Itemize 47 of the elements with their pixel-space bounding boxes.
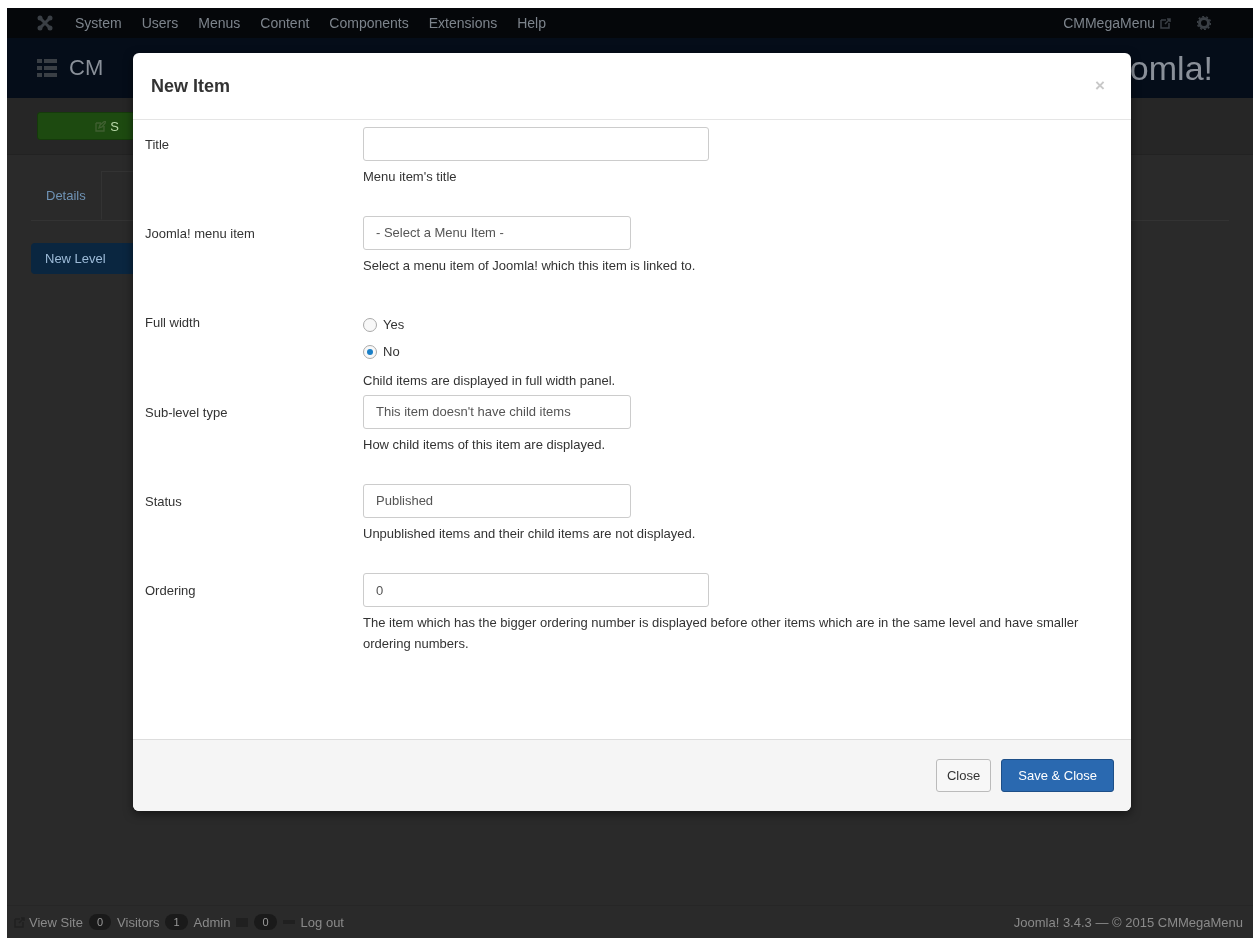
help-text: Select a menu item of Joomla! which this item is linked to. <box>363 257 697 275</box>
count-badge: 1 <box>165 914 188 930</box>
help-text: Child items are displayed in full width panel. <box>363 372 617 390</box>
field-label: Joomla! menu item <box>145 225 256 243</box>
nav-menu-item[interactable]: Extensions <box>420 15 510 31</box>
radio-button[interactable] <box>363 344 377 359</box>
radio-label: No <box>383 344 400 359</box>
select-dropdown[interactable]: Published <box>363 484 631 518</box>
radio-label: Yes <box>383 317 405 332</box>
visitors-label: Visitors <box>117 914 160 930</box>
nav-menu-item[interactable]: Content <box>252 15 322 31</box>
radio-button[interactable] <box>363 317 377 332</box>
admin-label: Admin <box>193 914 231 930</box>
field-label: Full width <box>145 314 201 332</box>
field-label: Ordering <box>145 582 197 600</box>
nav-menu-item[interactable]: Help <box>509 15 558 31</box>
count-badge: 0 <box>254 914 277 930</box>
copyright-text: Joomla! 3.4.3 — © 2015 CMMegaMenu <box>1013 914 1243 930</box>
field-label: Status <box>145 493 183 511</box>
help-text: Unpublished items and their child items are not displayed. <box>363 525 697 543</box>
logout-link[interactable]: Log out <box>300 914 344 930</box>
text-field[interactable] <box>363 127 709 161</box>
help-text: How child items of this item are displayed. <box>363 436 607 454</box>
edit-icon <box>95 120 107 132</box>
view-site-link[interactable]: View Site <box>14 914 83 930</box>
close-button[interactable]: Close <box>936 759 992 792</box>
gear-icon <box>1197 16 1211 30</box>
nav-menu-item[interactable]: Users <box>133 15 191 31</box>
save-close-button[interactable]: Save & Close <box>1001 759 1114 792</box>
help-text: Menu item's title <box>363 168 458 186</box>
nav-menu-item[interactable]: System <box>67 15 134 31</box>
joomla-logo-icon <box>37 15 53 31</box>
modal-title: New Item <box>151 75 231 97</box>
select-dropdown[interactable]: This item doesn't have child items <box>363 395 631 429</box>
nav-menu-item[interactable]: Menus <box>190 15 253 31</box>
count-badge: 0 <box>88 914 112 930</box>
nav-menu-item[interactable]: Components <box>321 15 421 31</box>
tab[interactable]: Details <box>31 171 101 220</box>
field-label: Sub-level type <box>145 404 229 422</box>
page-title: CM <box>69 55 104 81</box>
help-text: The item which has the bigger ordering number is displayed before other items which are in the same level and have smaller ordering numbers. <box>363 614 1080 653</box>
logo-text: omla! <box>1129 48 1213 88</box>
text-field[interactable]: 0 <box>363 573 709 607</box>
select-dropdown[interactable]: - Select a Menu Item - <box>363 216 631 250</box>
external-link-icon <box>1160 17 1171 29</box>
site-link[interactable]: CMMegaMenu <box>1055 15 1183 31</box>
list-icon <box>37 59 57 77</box>
